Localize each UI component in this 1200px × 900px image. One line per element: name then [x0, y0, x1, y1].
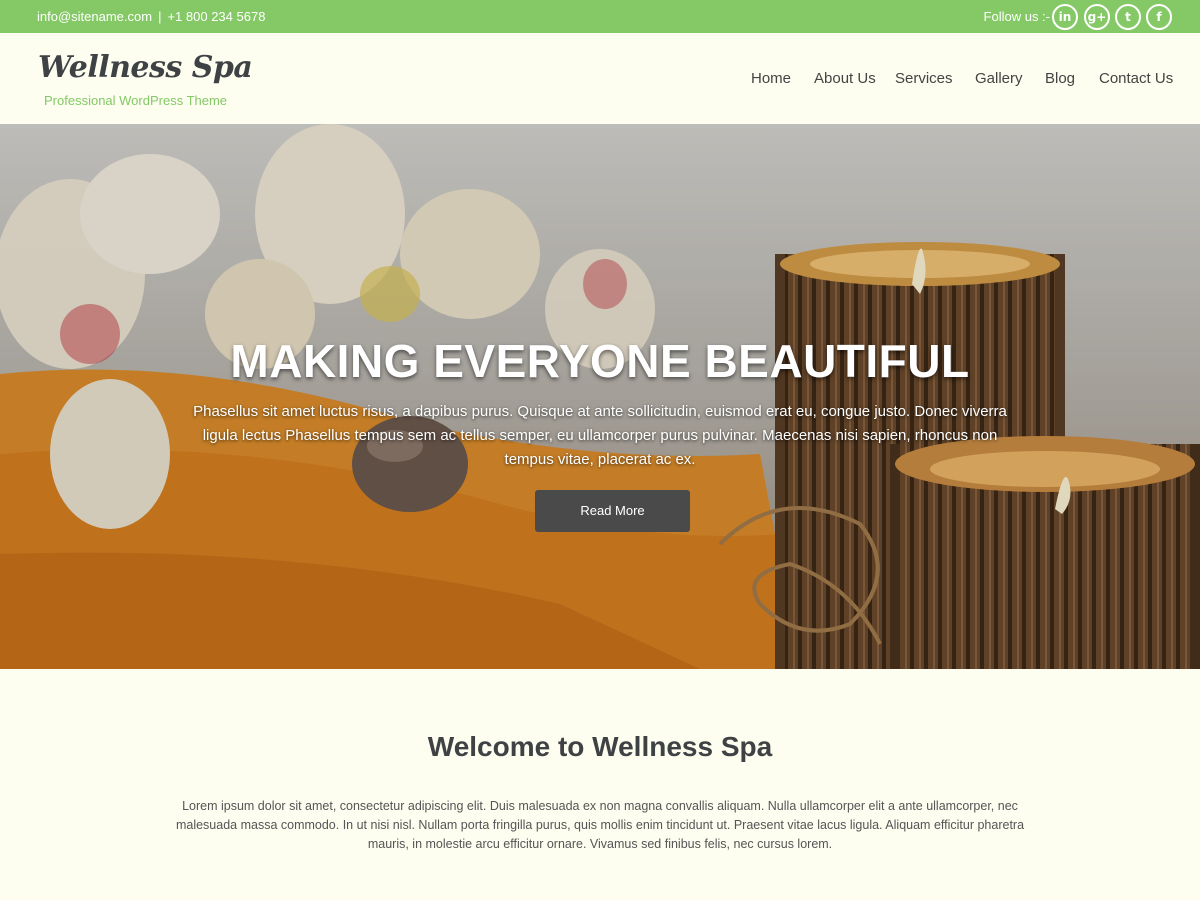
linkedin-icon[interactable]: in [1052, 4, 1078, 30]
welcome-text: Lorem ipsum dolor sit amet, consectetur … [175, 799, 1025, 851]
nav-about-us[interactable]: About Us [814, 70, 876, 87]
phone-number[interactable]: +1 800 234 5678 [167, 9, 265, 24]
contact-info: info@sitename.com | +1 800 234 5678 [37, 9, 265, 24]
nav-gallery[interactable]: Gallery [975, 70, 1023, 87]
site-logo[interactable]: Wellness Spa [38, 50, 253, 85]
contact-separator: | [158, 9, 162, 24]
hero-banner: MAKING EVERYONE BEAUTIFUL Phasellus sit … [0, 124, 1200, 669]
hero-background-image [0, 124, 1200, 669]
google-plus-icon[interactable]: g+ [1084, 4, 1110, 30]
nav-services[interactable]: Services [895, 70, 953, 87]
follow-us-label: Follow us :- [983, 9, 1050, 24]
read-more-button[interactable]: Read More [535, 490, 690, 532]
site-header: Wellness Spa Professional WordPress Them… [0, 33, 1200, 124]
email-link[interactable]: info@sitename.com [37, 9, 152, 24]
nav-contact-us[interactable]: Contact Us [1099, 70, 1173, 87]
hero-title: MAKING EVERYONE BEAUTIFUL [230, 335, 970, 387]
top-bar: info@sitename.com | +1 800 234 5678 Follow… [0, 0, 1200, 33]
facebook-icon[interactable]: f [1146, 4, 1172, 30]
site-tagline: Professional WordPress Theme [44, 93, 228, 108]
nav-blog[interactable]: Blog [1045, 70, 1075, 87]
welcome-heading: Welcome to Wellness Spa [427, 731, 773, 762]
twitter-icon[interactable]: t [1115, 4, 1141, 30]
nav-home[interactable]: Home [751, 70, 791, 87]
hero-description: Phasellus sit amet luctus risus, a dapib… [193, 403, 1007, 468]
